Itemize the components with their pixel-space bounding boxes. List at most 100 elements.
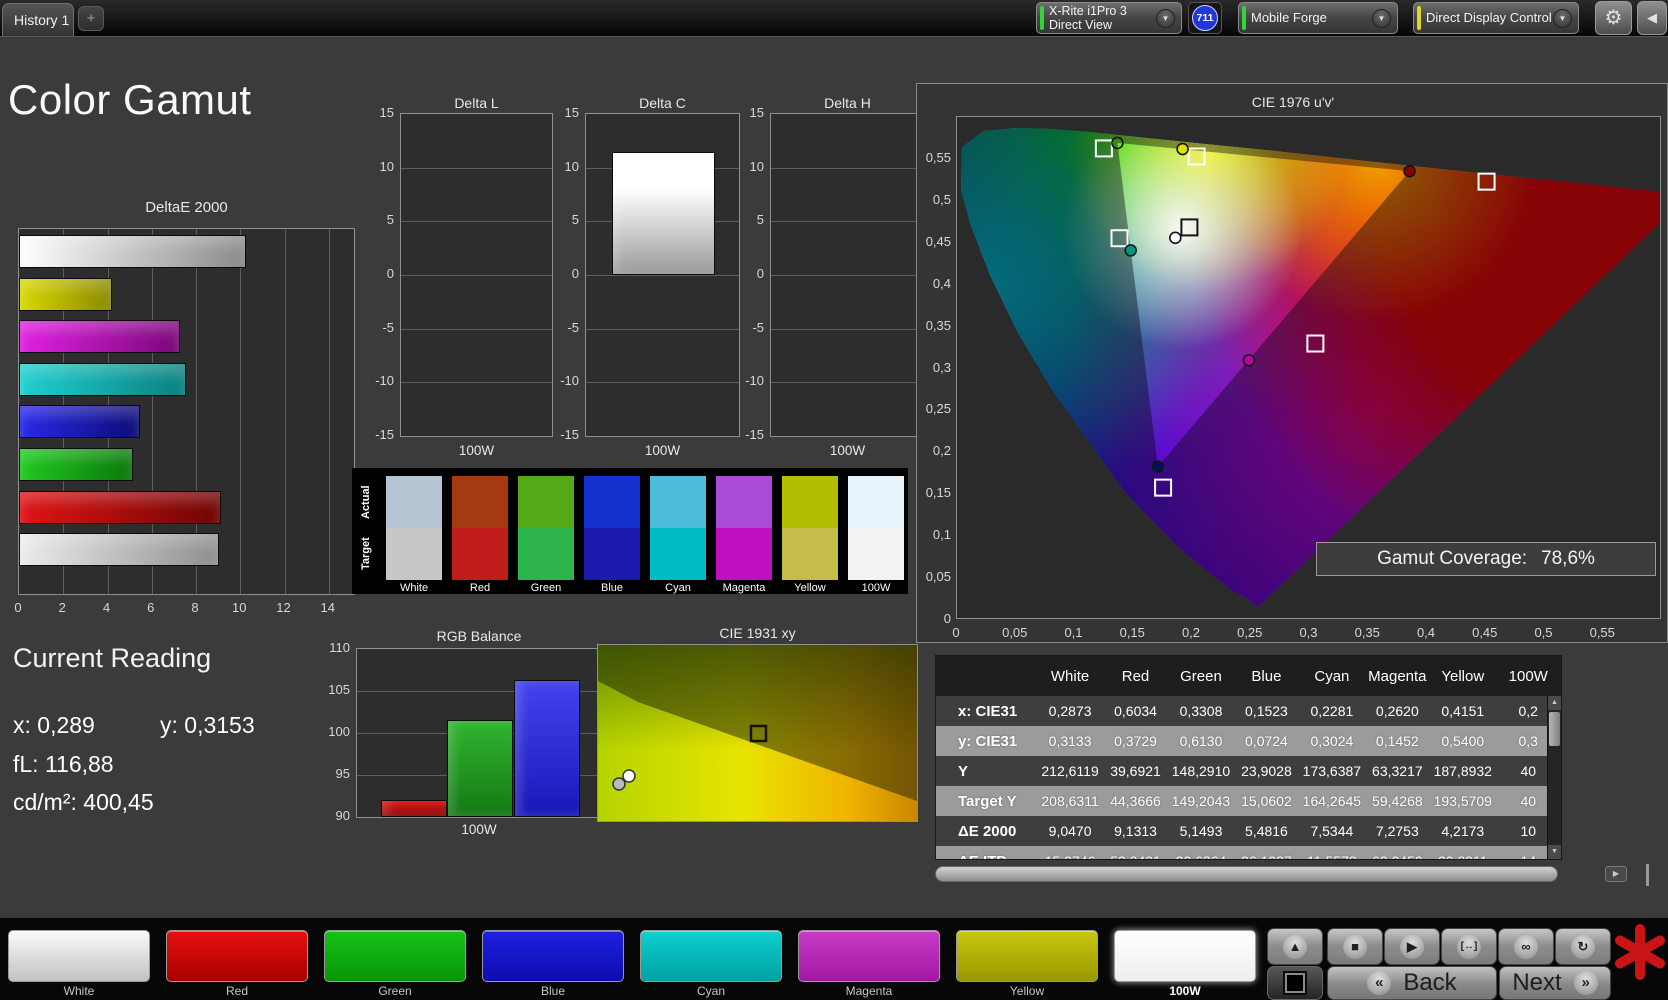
deltae-bar-blue: [19, 405, 141, 439]
y-tick-label: 0,25: [925, 401, 951, 417]
y-tick-label: -10: [745, 373, 764, 389]
gridline: [771, 221, 924, 223]
table-cell: 0,6034: [1114, 703, 1157, 719]
swatch-cyan: Cyan: [650, 476, 706, 596]
x-tick-label: 0,05: [1002, 625, 1028, 640]
add-tab-button[interactable]: +: [78, 6, 104, 31]
deltae-bar-cyan: [19, 362, 186, 396]
gamut-coverage-readout: Gamut Coverage: 78,6%: [1316, 542, 1656, 576]
x-tick-label: 4: [102, 600, 111, 615]
play-button[interactable]: ▶: [1384, 928, 1440, 965]
table-cell: 4,2173: [1441, 823, 1485, 839]
x-tick-label: 6: [147, 600, 155, 615]
back-button-label: Back: [1403, 969, 1457, 996]
y-tick-label: -15: [375, 427, 394, 442]
patch-button-100w[interactable]: [1114, 930, 1256, 982]
deltae-bar-yellow: [19, 277, 113, 311]
measured-marker-yellow: [1176, 142, 1189, 156]
table-cell: 15,0602: [1241, 793, 1292, 809]
table-cell: 0,3024: [1310, 733, 1354, 749]
swatch-target: [518, 528, 574, 580]
table-cell: 63,3217: [1372, 763, 1423, 779]
patch-button-magenta[interactable]: [798, 930, 940, 982]
swatch-blue: Blue: [584, 476, 640, 596]
x-tick-label: 0: [952, 625, 960, 640]
chevron-down-icon: ▼: [1553, 9, 1572, 28]
y-tick-label: 0: [943, 611, 951, 626]
device-status-bar: [1040, 6, 1044, 30]
measured-marker-blue: [1151, 460, 1165, 474]
y-tick-label: 0,35: [925, 317, 951, 333]
scrollbar-thumb[interactable]: [1549, 712, 1560, 746]
cie-1976-panel: CIE 1976 u'v' 0,55 0,5 0,45 0,4 0,35 0,3 0,25 0…: [916, 83, 1668, 643]
gridline: [586, 275, 739, 276]
table-cell: 149,2043: [1171, 793, 1231, 809]
y-tick-label: 0,55: [925, 149, 951, 165]
scroll-down-icon[interactable]: ▼: [1548, 845, 1561, 859]
table-horizontal-scrollbar[interactable]: ▶: [935, 866, 1627, 882]
gridline: [328, 229, 330, 594]
x-tick-label: 0,4: [1416, 625, 1436, 640]
table-cell: 0,6130: [1179, 733, 1223, 749]
gridline: [240, 229, 242, 594]
pane-divider: [1646, 864, 1649, 886]
y-tick-label: 110: [329, 640, 350, 655]
settings-button[interactable]: ⚙: [1595, 1, 1632, 35]
patch-label: 100W: [1169, 984, 1201, 998]
swatch-label: White: [399, 582, 429, 594]
y-tick-label: 90: [335, 808, 350, 823]
measurement-table: White Red Green Blue Cyan Magenta Yellow 100W x:…: [935, 655, 1562, 860]
scrollbar-thumb[interactable]: [935, 866, 1558, 882]
table-vertical-scrollbar[interactable]: ▲ ▼: [1547, 696, 1561, 859]
patch-button-white[interactable]: [8, 930, 150, 982]
x-tick-label: 0,25: [1237, 625, 1263, 640]
back-button[interactable]: « Back: [1327, 966, 1497, 1000]
y-tick-label: 0,05: [925, 569, 951, 585]
collapse-panel-button[interactable]: ◀: [1637, 1, 1667, 35]
device-status-bar: [1417, 6, 1421, 30]
patch-button-yellow[interactable]: [956, 930, 1098, 982]
device-dropdown-display-control[interactable]: Direct Display Control ▼: [1413, 2, 1579, 34]
device-dropdown-source[interactable]: Mobile Forge ▼: [1238, 2, 1398, 34]
black-square-icon: [1283, 971, 1307, 995]
tab-history-1[interactable]: History 1: [2, 3, 74, 36]
table-cell: 9,0470: [1048, 823, 1092, 839]
device-dropdown-meter[interactable]: X-Rite i1Pro 3 Direct View ▼: [1036, 2, 1182, 34]
stop-button[interactable]: ■: [1327, 928, 1383, 965]
scroll-up-button[interactable]: ▲: [1267, 928, 1323, 965]
patch-toolbar: White Red Green Blue Cyan Magenta Yellow 100W ▲…: [0, 918, 1668, 1000]
measured-marker: [612, 777, 626, 791]
patch-button-green[interactable]: [324, 930, 466, 982]
range-button[interactable]: [↔]: [1441, 928, 1497, 965]
column-header-magenta: Magenta: [1368, 667, 1427, 685]
device-label: Mobile Forge: [1251, 3, 1327, 33]
swatch-target: [782, 528, 838, 580]
swatch-green: Green: [518, 476, 574, 596]
table-cell: 26,1937: [1234, 853, 1299, 859]
table-cell: 0,2281: [1310, 703, 1354, 719]
swatch-target: [452, 528, 508, 580]
y-tick-label: -5: [567, 319, 579, 335]
deltae-bar-green: [19, 448, 133, 481]
loop-button[interactable]: ∞: [1498, 928, 1554, 965]
next-button[interactable]: Next »: [1499, 966, 1611, 1000]
measured-marker-white: [1169, 231, 1182, 245]
delta-chart-x-label: 100W: [829, 443, 866, 458]
patch-button-red[interactable]: [166, 930, 308, 982]
scroll-up-icon[interactable]: ▲: [1548, 696, 1561, 710]
swatch-actual: [716, 476, 772, 528]
refresh-button[interactable]: ↻: [1555, 928, 1611, 965]
patch-button-cyan[interactable]: [640, 930, 782, 982]
blackout-button[interactable]: [1267, 966, 1323, 1000]
y-tick-label: -10: [560, 373, 579, 389]
column-header-cyan: Cyan: [1314, 667, 1350, 685]
patch-button-blue[interactable]: [482, 930, 624, 982]
table-cell: 193,5709: [1433, 793, 1492, 809]
table-cell: 15,3746: [1037, 853, 1102, 859]
patch-label: Red: [225, 984, 248, 998]
scroll-right-icon[interactable]: ▶: [1605, 866, 1627, 882]
x-tick-label: 0,3: [1299, 625, 1318, 640]
table-cell: 0,4151: [1441, 703, 1485, 719]
swatch-100w: 100W: [848, 476, 904, 596]
double-chevron-left-icon: «: [1367, 971, 1392, 995]
